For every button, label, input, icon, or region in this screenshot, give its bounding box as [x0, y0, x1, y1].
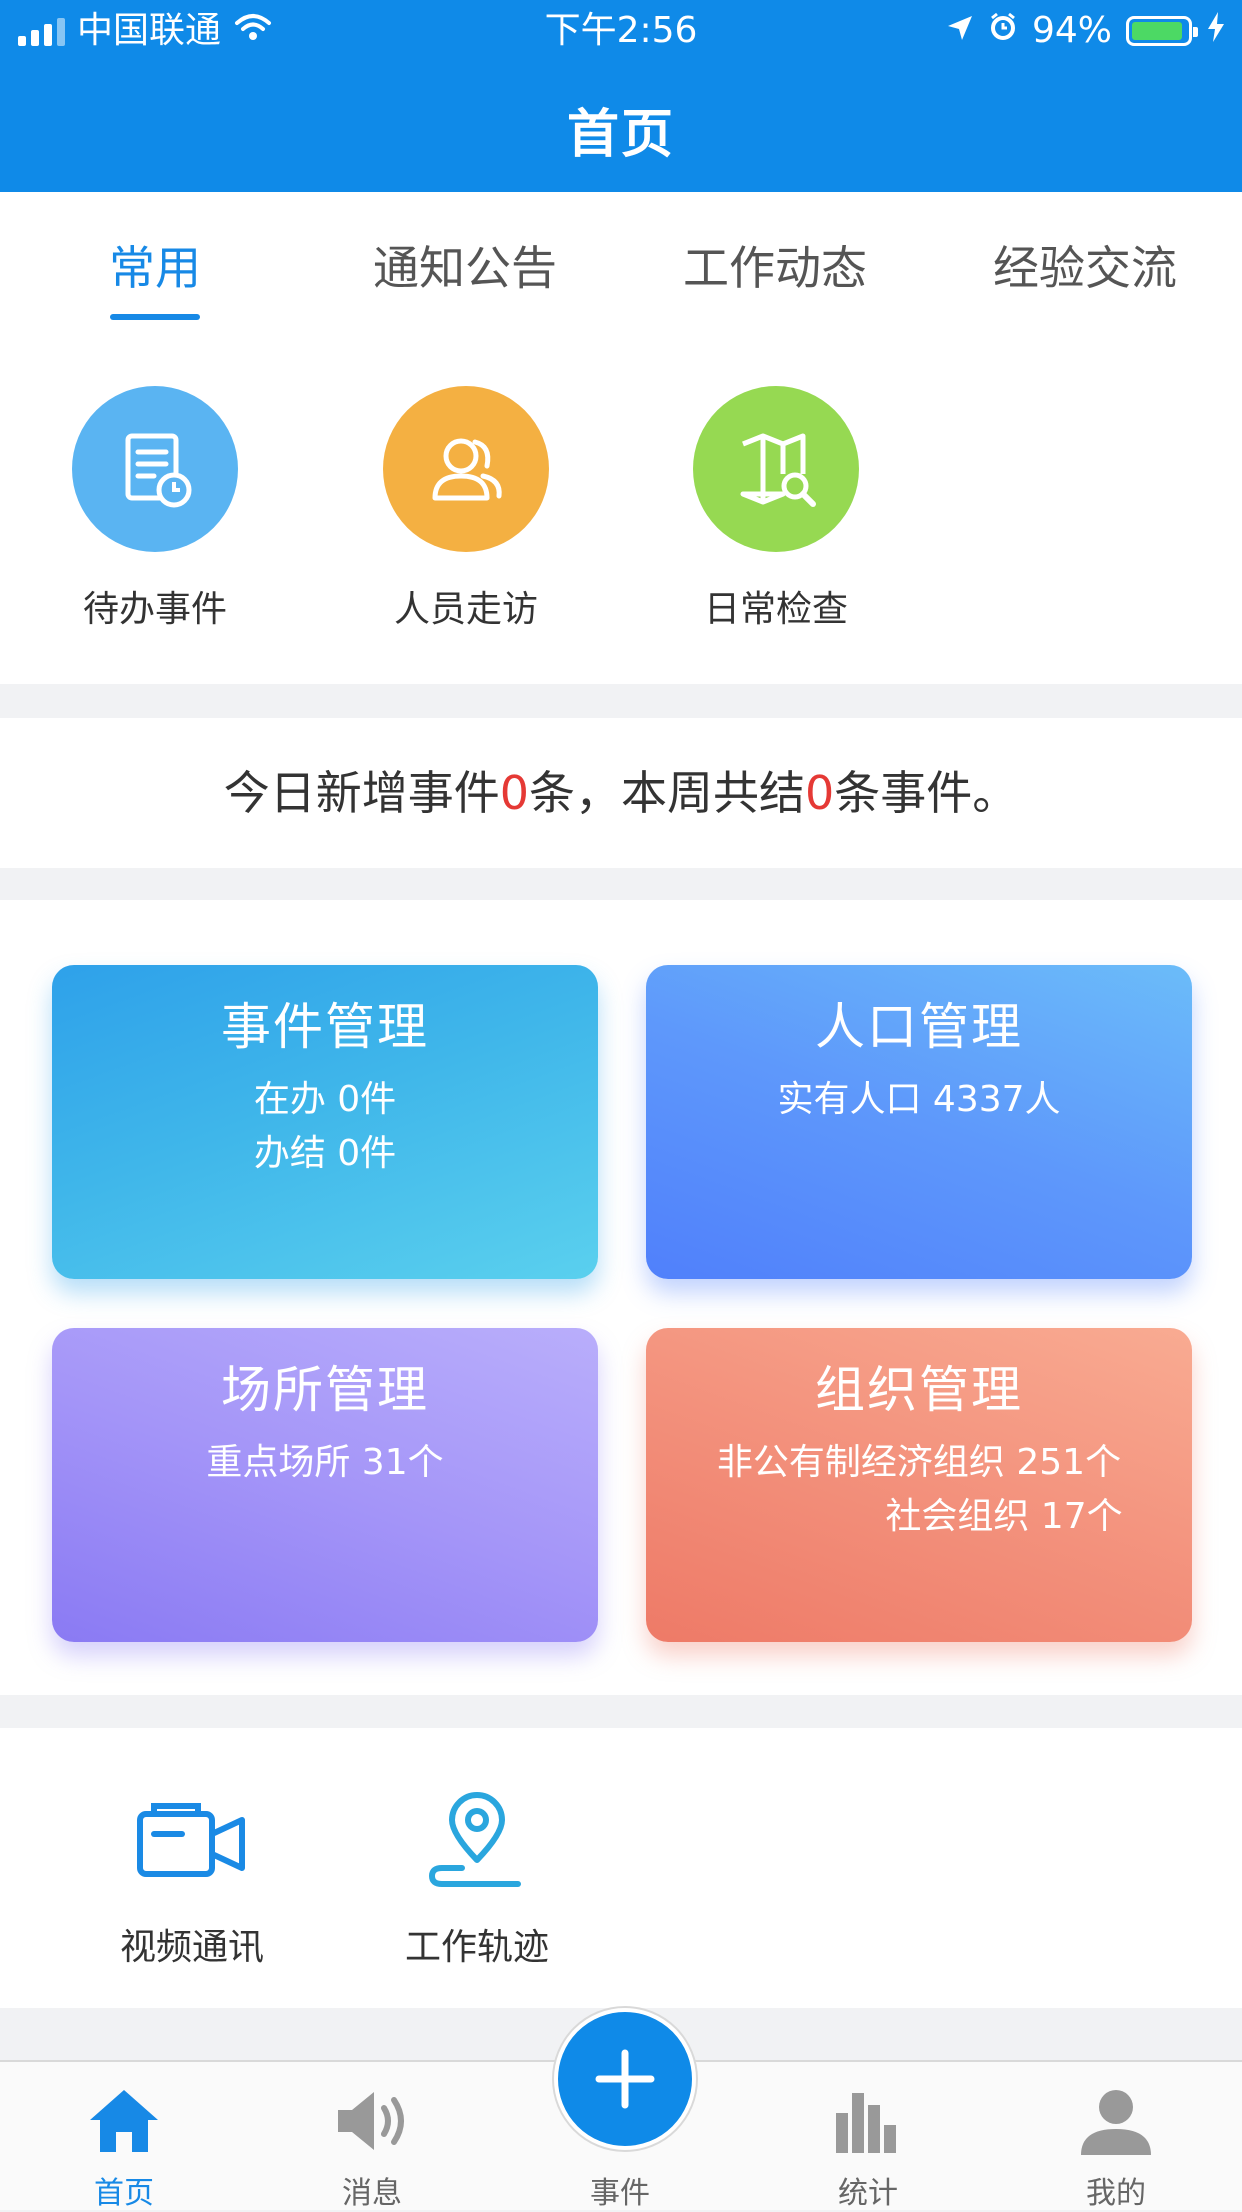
tab-notices[interactable]: 通知公告	[310, 232, 620, 298]
card-line: 实有人口 4337人	[777, 1079, 1061, 1120]
document-clock-icon	[72, 386, 238, 552]
location-arrow-icon	[946, 0, 974, 62]
card-title: 事件管理	[221, 998, 429, 1056]
tabbar-statistics[interactable]: 统计	[768, 2082, 968, 2212]
event-summary: 今日新增事件0条，本周共结0条事件。	[0, 718, 1242, 868]
tabbar-label: 统计	[838, 2176, 898, 2211]
video-call-icon	[62, 1788, 322, 1898]
charging-icon	[1206, 0, 1226, 62]
event-management-card[interactable]: 事件管理 在办 0件 办结 0件	[52, 965, 598, 1279]
card-line: 在办 0件	[253, 1079, 397, 1120]
tab-common[interactable]: 常用	[0, 232, 310, 298]
active-tab-indicator	[110, 314, 200, 320]
battery-icon	[1126, 16, 1198, 46]
card-line: 非公有制经济组织 251个	[716, 1442, 1122, 1483]
quick-actions: 待办事件 人员走访 日常检查	[0, 342, 1242, 684]
tabbar-mine[interactable]: 我的	[1016, 2082, 1216, 2212]
card-line: 重点场所 31个	[206, 1442, 444, 1483]
plus-icon	[595, 2049, 655, 2109]
summary-suffix: 条事件。	[834, 766, 1019, 820]
speaker-icon	[272, 2082, 472, 2160]
summary-middle: 条，本周共结	[529, 766, 805, 820]
quick-action-label: 人员走访	[393, 589, 538, 630]
add-event-button[interactable]	[554, 2008, 696, 2150]
page-title: 首页	[566, 105, 675, 165]
home-icon	[24, 2082, 224, 2160]
video-call-tool[interactable]: 视频通讯	[62, 1788, 322, 1970]
quick-action-daily-check[interactable]: 日常检查	[626, 386, 926, 632]
summary-prefix: 今日新增事件	[223, 766, 500, 820]
quick-action-label: 待办事件	[82, 589, 227, 630]
people-icon	[383, 386, 549, 552]
organization-management-card[interactable]: 组织管理 非公有制经济组织 251个 社会组织 17个	[646, 1328, 1192, 1642]
quick-action-visits[interactable]: 人员走访	[316, 386, 616, 632]
status-bar: 中国联通 下午2:56 94%	[0, 0, 1242, 62]
population-management-card[interactable]: 人口管理 实有人口 4337人	[646, 965, 1192, 1279]
tabbar-label: 我的	[1086, 2176, 1146, 2211]
tabbar-home[interactable]: 首页	[24, 2082, 224, 2212]
work-track-tool[interactable]: 工作轨迹	[347, 1788, 607, 1970]
tools-section: 视频通讯 工作轨迹	[0, 1728, 1242, 2008]
new-event-count: 0	[499, 766, 529, 820]
card-title: 组织管理	[815, 1361, 1023, 1419]
map-search-icon	[693, 386, 859, 552]
location-pin-icon	[347, 1788, 607, 1898]
tool-label: 工作轨迹	[404, 1927, 549, 1968]
management-cards: 事件管理 在办 0件 办结 0件 人口管理 实有人口 4337人 场所管理 重点…	[0, 900, 1242, 1695]
tool-label: 视频通讯	[119, 1927, 264, 1968]
tabbar-label: 事件	[590, 2176, 650, 2211]
tab-experience[interactable]: 经验交流	[930, 232, 1240, 298]
battery-percent: 94%	[1031, 10, 1112, 51]
tab-work-news[interactable]: 工作动态	[620, 232, 930, 298]
bar-chart-icon	[768, 2082, 968, 2160]
tabbar-label: 消息	[342, 2176, 402, 2211]
tabbar-label: 首页	[94, 2176, 154, 2211]
quick-action-label: 日常检查	[703, 589, 848, 630]
closed-event-count: 0	[805, 766, 835, 820]
card-title: 人口管理	[815, 998, 1023, 1056]
alarm-icon	[988, 0, 1018, 62]
card-line: 社会组织 17个	[885, 1496, 1123, 1537]
venue-management-card[interactable]: 场所管理 重点场所 31个	[52, 1328, 598, 1642]
user-icon	[1016, 2082, 1216, 2160]
quick-action-pending-events[interactable]: 待办事件	[5, 386, 305, 632]
card-line: 办结 0件	[253, 1133, 397, 1174]
tabbar-messages[interactable]: 消息	[272, 2082, 472, 2212]
card-title: 场所管理	[221, 1361, 429, 1419]
app-header: 中国联通 下午2:56 94% 首页	[0, 0, 1242, 192]
